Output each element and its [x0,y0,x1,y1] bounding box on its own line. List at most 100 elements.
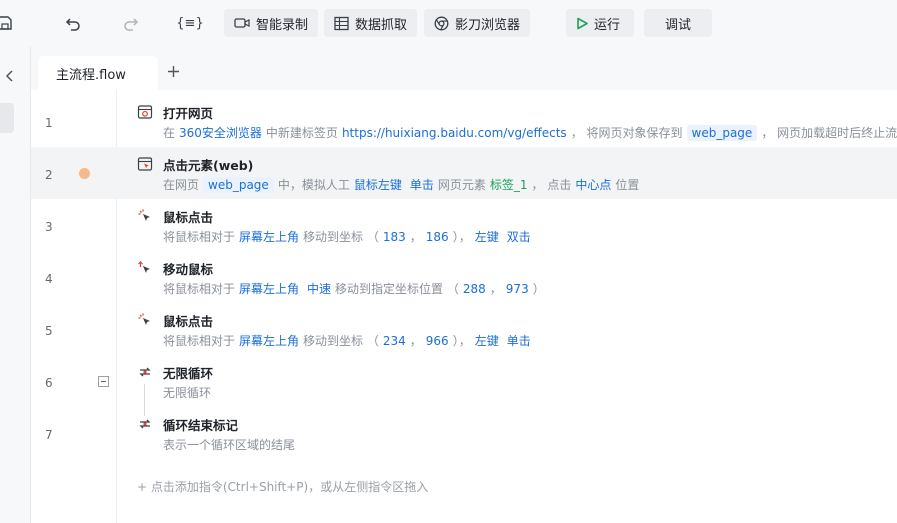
description-text: 表示一个循环区域的结尾 [163,438,296,452]
command-row[interactable]: 2 点击元素(web) 在网页 web_page 中，模拟人工 鼠标左键 单击 网页元素 标签_… [31,147,897,199]
element-chip[interactable]: 标签_1 [490,176,528,193]
command-description: 将鼠标相对于 屏幕左上角 中速 移动到指定坐标位置 （ 288， 973） [163,280,545,297]
smart-record-button[interactable]: 智能录制 [224,9,319,37]
command-title: 循环结束标记 [163,418,239,433]
chrome-icon [434,16,449,30]
debug-button[interactable]: 调试 [644,9,712,37]
description-text: 网页元素 [437,178,486,192]
description-text: 位置 [615,178,640,192]
description-text: 移动到指定坐标位置 （ [335,282,459,296]
run-button[interactable]: 运行 [566,9,634,37]
description-text: 移动到坐标 （ [303,230,379,244]
param-keyword[interactable]: 288 [463,282,486,296]
browser-button[interactable]: 影刀浏览器 [424,9,531,37]
browser-window-icon [137,104,153,120]
breakpoint-dot[interactable] [79,168,90,179]
param-keyword[interactable]: 鼠标左键 [354,176,402,193]
param-keyword[interactable]: 屏幕左上角 [239,332,299,349]
left-panel-collapsed [0,46,31,523]
description-text: 无限循环 [163,386,212,400]
command-row[interactable]: 4 移动鼠标将鼠标相对于 屏幕左上角 中速 移动到指定坐标位置 （ 288， 973） [31,251,897,303]
line-number: 4 [45,272,53,286]
mouse-click-icon [137,312,153,328]
line-number: 3 [45,220,53,234]
variable-chip[interactable]: web_page [686,124,758,141]
tab-bar: 主流程.flow [31,46,897,90]
command-row[interactable]: 1 打开网页在 360安全浏览器 中新建标签页 https://huixiang.bai… [31,95,897,147]
play-icon [577,17,588,29]
description-text: ）， [452,334,471,348]
description-text: ， 将网页对象保存到 [570,126,683,140]
command-description: 无限循环 [163,384,211,401]
data-capture-label: 数据抓取 [355,17,408,33]
description-text: ） [532,282,545,296]
command-title: 移动鼠标 [163,262,214,277]
debug-label: 调试 [664,17,691,33]
mouse-move-icon [137,260,153,276]
description-text: 中新建标签页 [265,126,338,140]
command-row[interactable]: 6 无限循环 无限循环 [31,355,897,407]
left-panel-selected-item[interactable] [0,103,14,133]
flow-editor: 1 打开网页在 360安全浏览器 中新建标签页 https://huixiang.bai… [31,90,897,523]
param-keyword[interactable]: 双击 [507,228,531,245]
save-icon[interactable] [0,12,16,34]
param-keyword[interactable]: 屏幕左上角 [239,280,299,297]
line-number: 7 [45,428,53,442]
param-keyword[interactable]: 973 [506,282,529,296]
command-description: 在 360安全浏览器 中新建标签页 https://huixiang.baidu.co… [163,124,897,141]
fold-collapse-icon[interactable] [98,376,109,387]
line-number: 6 [45,376,53,390]
command-row[interactable]: 7 循环结束标记表示一个循环区域的结尾 [31,407,897,459]
command-description: 将鼠标相对于 屏幕左上角 移动到坐标 （ 234， 966）， 左键 单击 [163,332,535,349]
command-description: 表示一个循环区域的结尾 [163,436,295,453]
mouse-click-icon [137,208,153,224]
command-title: 无限循环 [163,366,214,381]
tab-main-flow-label: 主流程.flow [56,67,126,83]
expression-icon[interactable]: {≡} [176,12,204,34]
browser-label: 影刀浏览器 [455,17,521,33]
command-description: 将鼠标相对于 屏幕左上角 移动到坐标 （ 183， 186）， 左键 双击 [163,228,535,245]
param-keyword[interactable]: 234 [383,334,406,348]
description-text: 中，模拟人工 [277,178,350,192]
description-text: 在 [163,126,176,140]
param-keyword[interactable]: 左键 [475,332,499,349]
param-keyword[interactable]: 966 [426,334,449,348]
camera-icon [234,18,250,28]
command-row[interactable]: 3 鼠标点击将鼠标相对于 屏幕左上角 移动到坐标 （ 183， 186）， 左键 双击 [31,199,897,251]
variable-chip[interactable]: web_page [203,176,274,193]
description-text: ）， [452,230,471,244]
description-text: ， [409,230,422,244]
description-text: ， 网页加载超时后终止流程 [761,126,897,140]
command-row[interactable]: 5 鼠标点击 将鼠标相对于 屏幕左上角 移动到坐标 （ 234， 966）， 左键 单击 [31,303,897,355]
line-number: 5 [45,324,53,338]
line-number: 1 [45,116,53,130]
param-keyword[interactable]: 360安全浏览器 [179,124,262,141]
loop-connector-line [144,384,145,416]
click-element-icon [137,156,153,172]
command-description: 在网页 web_page 中，模拟人工 鼠标左键 单击 网页元素 标签_1， 点击 中心点 位置 [163,176,639,193]
param-keyword[interactable]: 左键 [475,228,499,245]
add-command-hint[interactable]: + 点击添加指令(Ctrl+Shift+P)，或从左侧指令区拖入 [137,478,428,495]
param-keyword[interactable]: 中心点 [575,176,611,193]
param-keyword[interactable]: 186 [426,230,449,244]
command-title: 鼠标点击 [163,210,214,225]
param-keyword[interactable]: 中速 [307,280,331,297]
loop-icon [137,364,153,380]
description-text: 移动到坐标 （ [303,334,379,348]
description-text: ， [409,334,422,348]
param-keyword[interactable]: https://huixiang.baidu.com/vg/effects [342,126,567,140]
description-text: 将鼠标相对于 [163,230,236,244]
data-capture-button[interactable]: 数据抓取 [324,9,418,37]
param-keyword[interactable]: 单击 [507,332,531,349]
add-tab-plus-icon[interactable] [167,63,180,82]
description-text: 将鼠标相对于 [163,282,236,296]
description-text: ， [489,282,502,296]
param-keyword[interactable]: 屏幕左上角 [239,228,299,245]
collapse-chevron-left-icon[interactable] [4,68,16,87]
tab-main-flow[interactable]: 主流程.flow [38,56,158,90]
param-keyword[interactable]: 单击 [410,176,434,193]
smart-record-label: 智能录制 [256,17,309,33]
param-keyword[interactable]: 183 [383,230,406,244]
redo-icon[interactable] [120,12,142,34]
undo-icon[interactable] [62,12,84,34]
